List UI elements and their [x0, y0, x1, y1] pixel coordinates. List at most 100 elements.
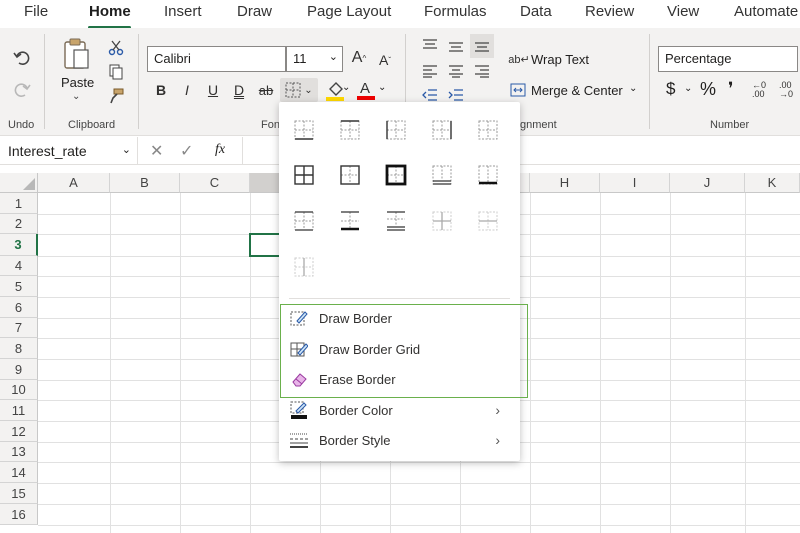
row-header[interactable]: 5	[0, 276, 38, 297]
row-header[interactable]: 13	[0, 442, 38, 462]
inside-horizontal-border-icon[interactable]	[477, 210, 499, 232]
tab-insert[interactable]: Insert	[164, 3, 202, 20]
right-border-icon[interactable]	[431, 119, 453, 141]
tab-page-layout[interactable]: Page Layout	[307, 3, 391, 20]
borders-button[interactable]: ⌄	[280, 78, 318, 102]
chevron-down-icon[interactable]: ⌄	[629, 83, 637, 94]
number-format-select[interactable]: Percentage	[658, 46, 798, 72]
align-top-icon[interactable]	[420, 36, 440, 54]
chevron-down-icon[interactable]: ⌄	[684, 83, 692, 94]
increase-font-icon[interactable]: A ^	[349, 48, 369, 68]
row-header[interactable]: 1	[0, 193, 38, 214]
font-size-value: 11	[293, 51, 307, 66]
outside-borders-icon[interactable]	[339, 164, 361, 186]
column-header[interactable]: I	[600, 173, 670, 193]
tab-automate[interactable]: Automate	[734, 3, 798, 20]
align-bottom-icon[interactable]	[470, 34, 494, 58]
border-style-item[interactable]: Border Style ›	[279, 425, 520, 455]
paste-icon[interactable]	[60, 36, 92, 72]
bold-icon[interactable]: B	[152, 80, 170, 100]
row-header[interactable]: 10	[0, 380, 38, 400]
row-header[interactable]: 2	[0, 214, 38, 234]
paste-button[interactable]: Paste	[61, 75, 94, 90]
row-header[interactable]: 6	[0, 297, 38, 318]
column-header[interactable]: J	[670, 173, 745, 193]
top-border-icon[interactable]	[339, 119, 361, 141]
percent-icon[interactable]: %	[700, 79, 716, 100]
all-borders-icon[interactable]	[293, 164, 315, 186]
inside-borders-icon[interactable]	[431, 210, 453, 232]
row-header[interactable]: 7	[0, 318, 38, 338]
increase-decimal-icon[interactable]: ←0.00	[748, 80, 770, 100]
inside-vertical-border-icon[interactable]	[293, 256, 315, 278]
row-header[interactable]: 16	[0, 504, 38, 525]
align-left-icon[interactable]	[420, 62, 440, 80]
select-all-corner[interactable]	[0, 173, 38, 193]
tab-home[interactable]: Home	[89, 3, 131, 20]
top-double-bottom-border-icon[interactable]	[385, 210, 407, 232]
row-header[interactable]: 15	[0, 483, 38, 504]
tab-data[interactable]: Data	[520, 3, 552, 20]
merge-center-button[interactable]: Merge & Center	[531, 83, 623, 98]
gridline	[530, 193, 531, 533]
top-thick-bottom-border-icon[interactable]	[339, 210, 361, 232]
tab-review[interactable]: Review	[585, 3, 634, 20]
italic-icon[interactable]: I	[178, 80, 196, 100]
row-header[interactable]: 11	[0, 400, 38, 421]
decrease-font-icon[interactable]: Aˇ	[375, 50, 395, 70]
cut-icon[interactable]	[106, 38, 126, 58]
thick-bottom-border-icon[interactable]	[477, 164, 499, 186]
top-bottom-border-icon[interactable]	[293, 210, 315, 232]
currency-icon[interactable]: $	[666, 79, 675, 99]
column-header[interactable]: B	[110, 173, 180, 193]
no-border-icon[interactable]	[477, 119, 499, 141]
font-size-select[interactable]: 11 ⌄	[286, 46, 343, 72]
row-header[interactable]: 8	[0, 338, 38, 359]
align-center-icon[interactable]	[446, 62, 466, 80]
cancel-icon[interactable]: ✕	[150, 141, 163, 161]
align-right-icon[interactable]	[472, 62, 492, 80]
format-painter-icon[interactable]	[106, 86, 126, 106]
tab-view[interactable]: View	[667, 3, 699, 20]
bottom-border-icon[interactable]	[293, 119, 315, 141]
number-group-label: Number	[710, 119, 750, 131]
double-underline-icon[interactable]: D	[230, 80, 248, 100]
tab-formulas[interactable]: Formulas	[424, 3, 487, 20]
insert-function-icon[interactable]: fx	[215, 142, 225, 158]
row-header[interactable]: 4	[0, 256, 38, 276]
row-header[interactable]: 14	[0, 462, 38, 483]
confirm-icon[interactable]: ✓	[180, 141, 193, 161]
chevron-down-icon[interactable]: ⌄	[378, 82, 386, 93]
column-header[interactable]: K	[745, 173, 800, 193]
row-header[interactable]: 12	[0, 421, 38, 442]
tab-file[interactable]: File	[24, 3, 48, 20]
decrease-decimal-icon[interactable]: .00 →0	[774, 80, 798, 100]
comma-style-icon[interactable]: ❜	[728, 79, 733, 99]
name-box-value: Interest_rate	[8, 143, 87, 159]
wrap-text-button[interactable]: Wrap Text	[531, 52, 589, 67]
bottom-double-border-icon[interactable]	[431, 164, 453, 186]
thick-box-border-icon[interactable]	[385, 164, 407, 186]
alignment-group-label: gnment	[520, 119, 557, 131]
column-header[interactable]: C	[180, 173, 250, 193]
chevron-down-icon: ⌄	[328, 51, 338, 63]
left-border-icon[interactable]	[385, 119, 407, 141]
strikethrough-icon[interactable]: ab	[256, 80, 276, 100]
row-header[interactable]: 9	[0, 359, 38, 380]
undo-icon[interactable]	[10, 46, 34, 70]
underline-icon[interactable]: U	[204, 80, 222, 100]
chevron-down-icon[interactable]: ⌄	[342, 82, 350, 93]
name-box[interactable]: Interest_rate ⌄	[0, 137, 138, 165]
align-middle-icon[interactable]	[446, 38, 466, 56]
column-header[interactable]: A	[38, 173, 110, 193]
redo-icon[interactable]	[10, 78, 34, 102]
paste-chevron-icon[interactable]: ⌄	[72, 91, 80, 102]
column-header[interactable]: H	[530, 173, 600, 193]
font-name-select[interactable]: Calibri	[147, 46, 286, 72]
tab-draw[interactable]: Draw	[237, 3, 272, 20]
copy-icon[interactable]	[106, 62, 126, 82]
svg-text:A: A	[360, 80, 370, 97]
font-color-icon[interactable]: A	[355, 78, 377, 102]
row-header[interactable]: 3	[0, 234, 38, 256]
border-color-item[interactable]: Border Color ›	[279, 395, 520, 425]
